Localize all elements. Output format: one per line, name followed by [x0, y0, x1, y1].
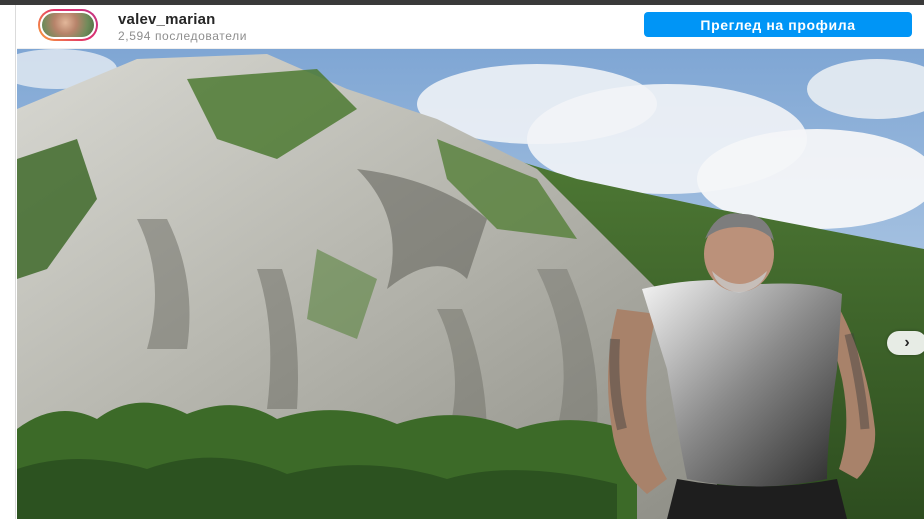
username-link[interactable]: valev_marian [118, 11, 215, 28]
follower-count: 2,594 последователи [118, 29, 248, 43]
avatar-frame [40, 11, 96, 39]
avatar[interactable] [38, 9, 98, 41]
post-photo[interactable]: › [17, 49, 924, 519]
post-header: valev_marian 2,594 последователи Преглед… [17, 5, 924, 49]
view-profile-button[interactable]: Преглед на профила [644, 12, 912, 37]
mountain-photo-illustration [17, 49, 924, 519]
page-left-edge [0, 5, 16, 519]
carousel-next-button[interactable]: › [887, 331, 924, 355]
avatar-image [42, 13, 94, 37]
chevron-right-icon: › [904, 334, 910, 351]
